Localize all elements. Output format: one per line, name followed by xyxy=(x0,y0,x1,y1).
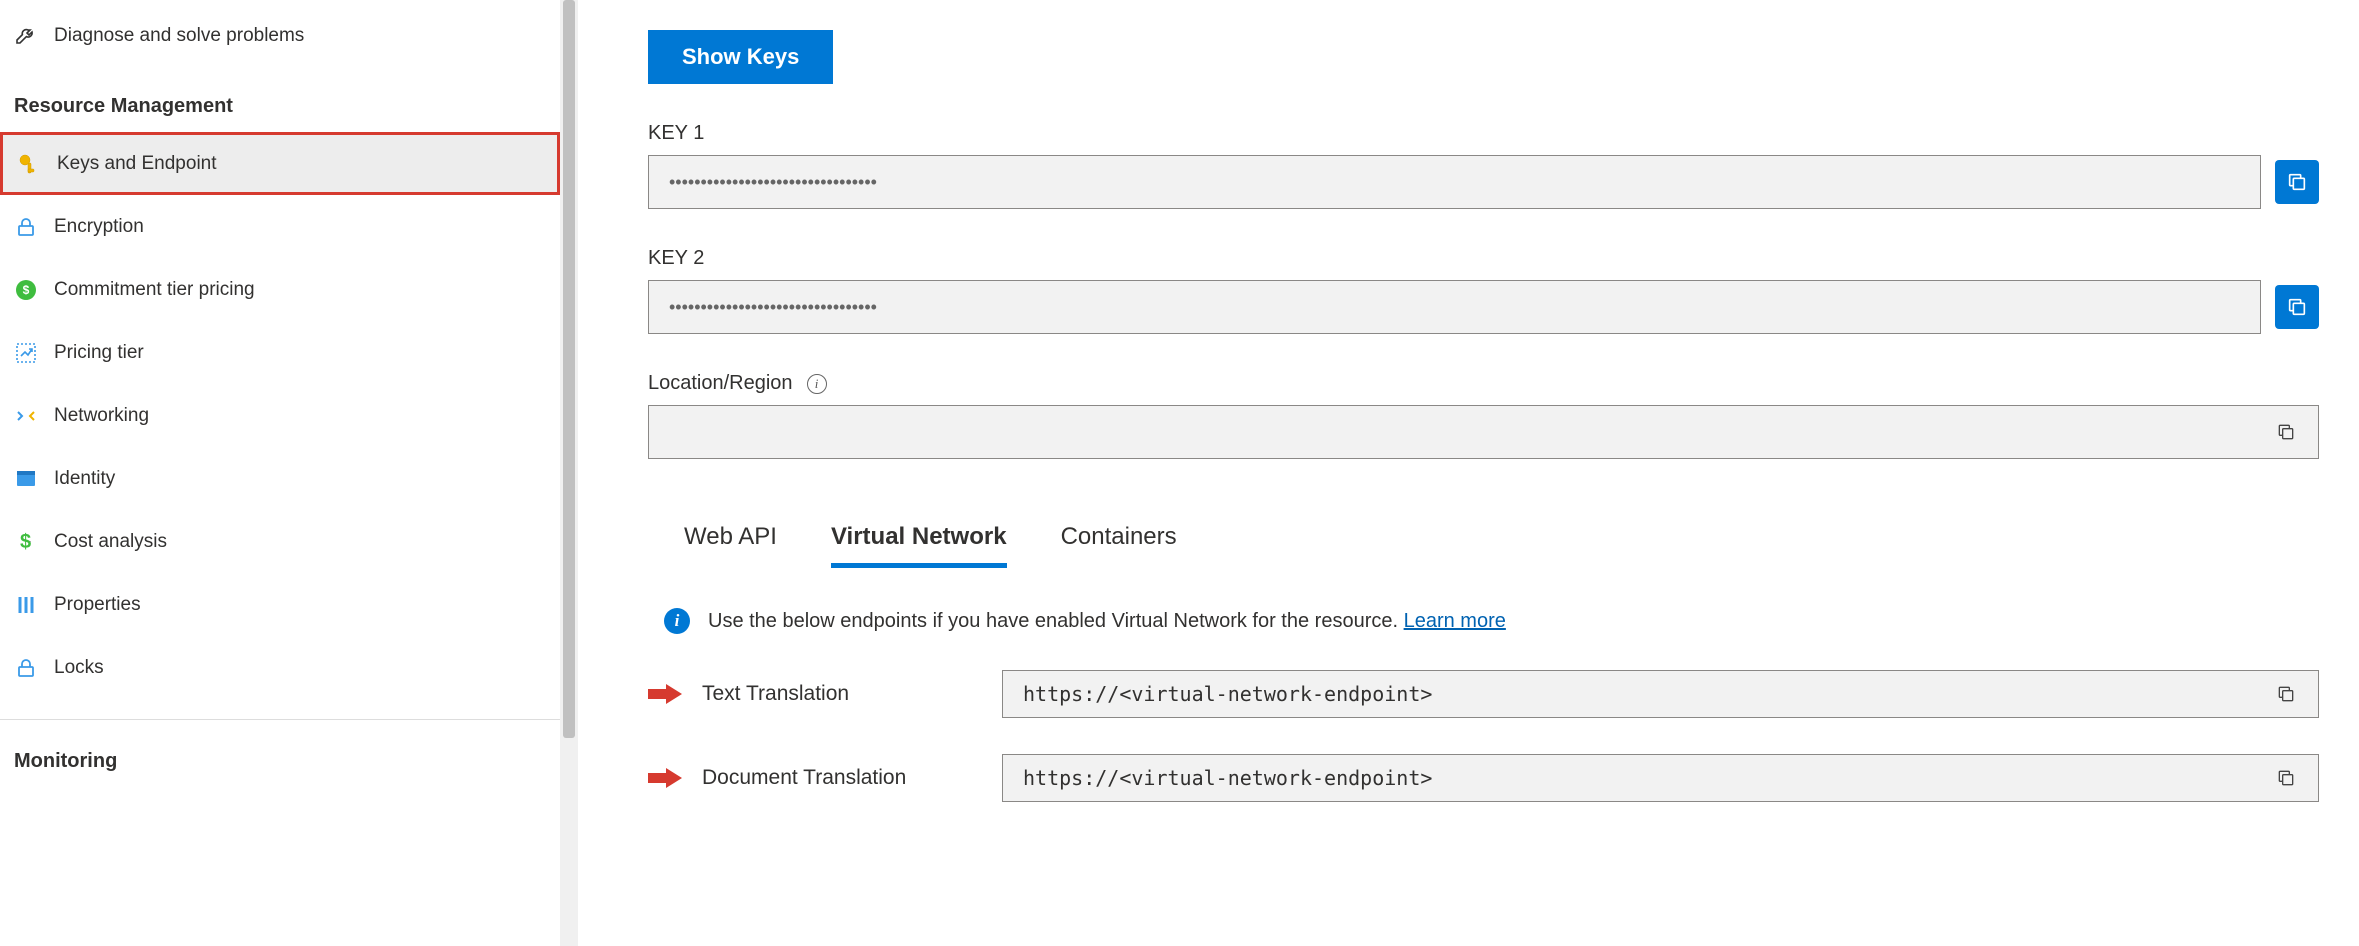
sidebar-label: Keys and Endpoint xyxy=(57,153,217,175)
sidebar-section-resource-management: Resource Management xyxy=(0,67,560,132)
vnet-info-banner: i Use the below endpoints if you have en… xyxy=(648,608,2319,634)
location-input[interactable] xyxy=(648,405,2319,459)
sidebar-item-pricing-tier[interactable]: Pricing tier xyxy=(0,321,560,384)
sidebar-label: Networking xyxy=(54,405,149,427)
arrow-icon xyxy=(648,684,682,704)
sidebar-item-locks[interactable]: Locks xyxy=(0,636,560,699)
sidebar-item-commitment-tier[interactable]: $ Commitment tier pricing xyxy=(0,258,560,321)
copy-doc-endpoint-button[interactable] xyxy=(2268,760,2304,796)
svg-text:.: . xyxy=(29,534,32,544)
tab-web-api[interactable]: Web API xyxy=(684,523,777,568)
endpoint-tabs: Web API Virtual Network Containers xyxy=(648,523,2319,568)
main-content: Show Keys KEY 1 KEY 2 Location/Region i … xyxy=(578,0,2359,946)
tab-containers[interactable]: Containers xyxy=(1061,523,1177,568)
copy-text-endpoint-button[interactable] xyxy=(2268,676,2304,712)
copy-location-button[interactable] xyxy=(2268,414,2304,450)
sidebar-scrollbar[interactable] xyxy=(560,0,578,946)
key2-input[interactable] xyxy=(648,280,2261,334)
pricing-chart-icon xyxy=(12,339,40,367)
sidebar-item-diagnose[interactable]: Diagnose and solve problems xyxy=(0,4,560,67)
sidebar-item-properties[interactable]: Properties xyxy=(0,573,560,636)
document-translation-endpoint[interactable]: https://<virtual-network-endpoint> xyxy=(1002,754,2319,802)
sidebar: Diagnose and solve problems Resource Man… xyxy=(0,0,560,946)
copy-key2-button[interactable] xyxy=(2275,285,2319,329)
arrow-icon xyxy=(648,768,682,788)
sidebar-item-keys-endpoint[interactable]: Keys and Endpoint xyxy=(0,132,560,195)
sidebar-label: Pricing tier xyxy=(54,342,144,364)
scrollbar-thumb[interactable] xyxy=(563,0,575,738)
properties-icon xyxy=(12,591,40,619)
sidebar-item-networking[interactable]: Networking xyxy=(0,384,560,447)
lock-icon xyxy=(12,213,40,241)
show-keys-button[interactable]: Show Keys xyxy=(648,30,833,84)
key2-label: KEY 2 xyxy=(648,247,2319,270)
sidebar-item-encryption[interactable]: Encryption xyxy=(0,195,560,258)
copy-key1-button[interactable] xyxy=(2275,160,2319,204)
sidebar-label: Identity xyxy=(54,468,115,490)
info-icon: i xyxy=(664,608,690,634)
sidebar-label: Locks xyxy=(54,657,104,679)
document-translation-label: Document Translation xyxy=(702,766,982,790)
text-translation-label: Text Translation xyxy=(702,682,982,706)
sidebar-label: Encryption xyxy=(54,216,144,238)
text-translation-endpoint[interactable]: https://<virtual-network-endpoint> xyxy=(1002,670,2319,718)
dollar-circle-icon: $ xyxy=(12,276,40,304)
sidebar-label: Properties xyxy=(54,594,141,616)
sidebar-label: Commitment tier pricing xyxy=(54,279,255,301)
cost-icon: $. xyxy=(12,528,40,556)
info-icon[interactable]: i xyxy=(807,374,827,394)
identity-icon xyxy=(12,465,40,493)
network-icon xyxy=(12,402,40,430)
learn-more-link[interactable]: Learn more xyxy=(1404,610,1506,632)
sidebar-section-monitoring: Monitoring xyxy=(0,719,560,787)
sidebar-item-identity[interactable]: Identity xyxy=(0,447,560,510)
sidebar-item-cost-analysis[interactable]: $. Cost analysis xyxy=(0,510,560,573)
wrench-icon xyxy=(12,22,40,50)
key-icon xyxy=(15,150,43,178)
location-label: Location/Region i xyxy=(648,372,2319,395)
key1-label: KEY 1 xyxy=(648,122,2319,145)
key1-input[interactable] xyxy=(648,155,2261,209)
svg-text:$: $ xyxy=(23,283,30,297)
lock-icon xyxy=(12,654,40,682)
sidebar-label: Cost analysis xyxy=(54,531,167,553)
tab-virtual-network[interactable]: Virtual Network xyxy=(831,523,1007,568)
sidebar-label: Diagnose and solve problems xyxy=(54,25,304,47)
